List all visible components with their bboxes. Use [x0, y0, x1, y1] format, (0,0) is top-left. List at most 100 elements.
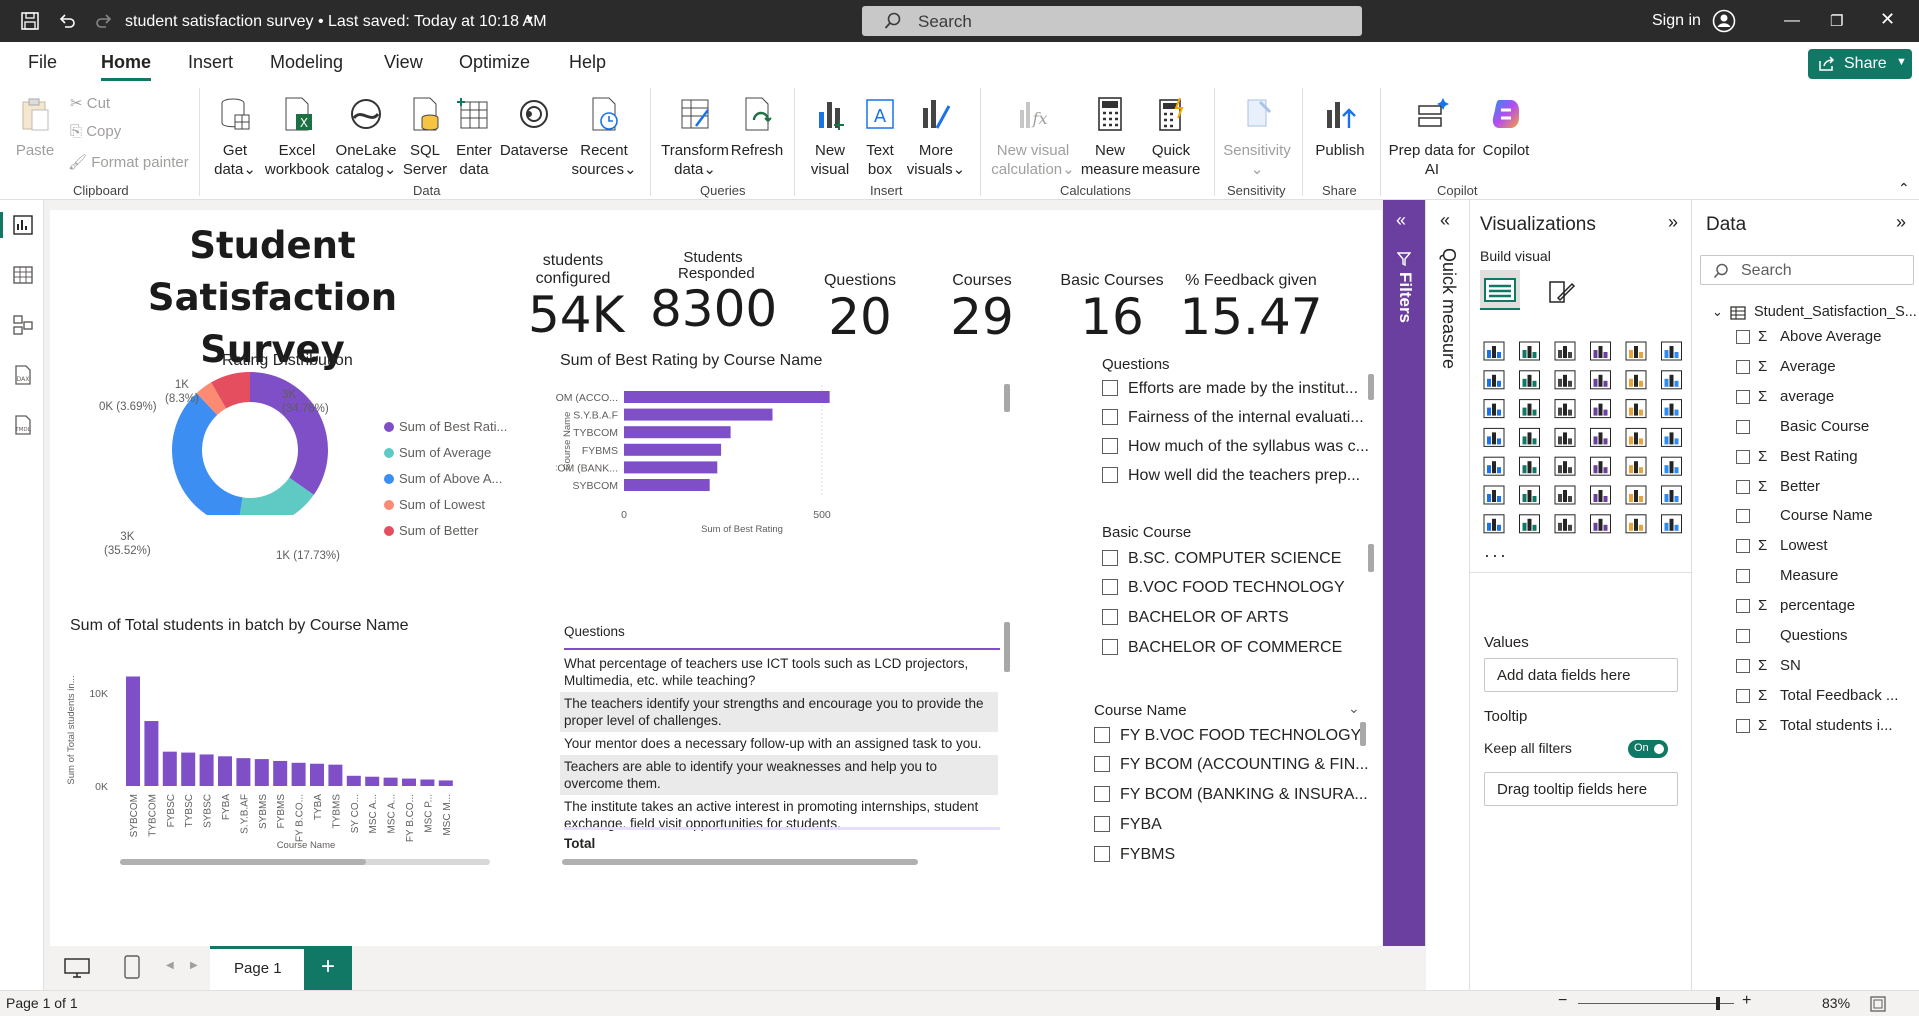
- slicer-item[interactable]: Efforts are made by the institut...: [1102, 380, 1358, 398]
- enter-data-button[interactable]: Enter data: [450, 96, 498, 179]
- donut-icon[interactable]: [1625, 399, 1647, 419]
- tab-home[interactable]: Home: [101, 52, 152, 81]
- map-icon[interactable]: [1483, 427, 1505, 447]
- vbar-bar[interactable]: [273, 760, 288, 786]
- checkbox[interactable]: [1102, 467, 1118, 483]
- fit-to-page-icon[interactable]: [1870, 996, 1886, 1012]
- sensitivity-button[interactable]: Sensitivity ⌄: [1222, 96, 1292, 179]
- vbar-bar[interactable]: [310, 763, 324, 786]
- checkbox[interactable]: [1736, 419, 1750, 434]
- refresh-button[interactable]: Refresh: [730, 96, 784, 160]
- vbar-bar[interactable]: [254, 759, 269, 786]
- table-row[interactable]: Your mentor does a necessary follow-up w…: [560, 732, 998, 755]
- clustered-column-icon[interactable]: [1590, 341, 1611, 361]
- checkbox[interactable]: [1094, 727, 1110, 743]
- visual-type-gallery[interactable]: [1482, 338, 1686, 548]
- quick-measure-button[interactable]: Quick measure: [1142, 96, 1200, 179]
- restore-icon[interactable]: ❐: [1830, 12, 1843, 30]
- table-row[interactable]: The teachers identify your strengths and…: [560, 692, 998, 732]
- shapes-icon[interactable]: [1625, 514, 1647, 534]
- tab-optimize[interactable]: Optimize: [459, 52, 530, 73]
- vbar-bar[interactable]: [236, 758, 251, 786]
- title-chevron-icon[interactable]: ▼: [524, 14, 535, 26]
- page-next-icon[interactable]: ▶: [190, 960, 198, 971]
- filled-map-icon[interactable]: [1519, 427, 1540, 447]
- slicer-item[interactable]: BACHELOR OF COMMERCE: [1102, 639, 1342, 657]
- excel-workbook-button[interactable]: X Excel workbook: [262, 96, 332, 179]
- checkbox[interactable]: [1736, 330, 1750, 344]
- questions-table-header[interactable]: Questions: [564, 624, 625, 639]
- vbar-scrollbar[interactable]: [120, 859, 366, 865]
- slicer-item[interactable]: B.VOC FOOD TECHNOLOGY: [1102, 579, 1345, 597]
- basic-course-slicer-scrollbar[interactable]: [1368, 544, 1374, 572]
- hbar-bar[interactable]: [624, 426, 731, 439]
- format-visual-icon[interactable]: [1546, 278, 1576, 306]
- page-tab-1[interactable]: Page 1: [210, 946, 304, 990]
- kpi-students-configured[interactable]: students configured 54K: [528, 252, 624, 342]
- zoom-in-icon[interactable]: +: [1742, 992, 1751, 1010]
- clustered-bar-icon[interactable]: [1554, 341, 1576, 361]
- power-apps-icon[interactable]: [1483, 514, 1505, 534]
- checkbox[interactable]: [1736, 479, 1750, 494]
- ribbon-icon[interactable]: [1590, 370, 1611, 390]
- checkbox[interactable]: [1736, 629, 1750, 643]
- vbar-bar[interactable]: [420, 779, 435, 786]
- gauge-icon[interactable]: [1590, 427, 1611, 447]
- checkbox[interactable]: [1102, 609, 1118, 625]
- model-view-icon[interactable]: [12, 314, 34, 336]
- treemap-icon[interactable]: [1661, 399, 1682, 419]
- line-clustered-icon[interactable]: [1661, 370, 1682, 390]
- stacked-area-icon[interactable]: [1554, 370, 1576, 390]
- questions-slicer-scrollbar[interactable]: [1368, 374, 1374, 400]
- hbar-scrollbar[interactable]: [1004, 384, 1010, 412]
- values-drop-well[interactable]: Add data fields here: [1484, 658, 1678, 692]
- collapse-ribbon-icon[interactable]: ⌃: [1898, 180, 1910, 197]
- slicer-item[interactable]: FY BCOM (ACCOUNTING & FIN...: [1094, 756, 1369, 774]
- table-h-scrollbar[interactable]: [562, 859, 918, 865]
- slicer-item[interactable]: How much of the syllabus was c...: [1102, 438, 1369, 456]
- quick-measure-pane-collapsed[interactable]: « Quick measure: [1425, 200, 1469, 990]
- prep-data-for-ai-button[interactable]: Prep data for AI: [1386, 96, 1478, 179]
- account-icon[interactable]: [1712, 9, 1736, 33]
- checkbox[interactable]: [1736, 359, 1750, 374]
- table-name[interactable]: Student_Satisfaction_S...: [1754, 304, 1917, 320]
- cut-button[interactable]: ✂ Cut: [70, 94, 110, 112]
- dataverse-button[interactable]: Dataverse: [498, 96, 570, 160]
- hbar-bar[interactable]: [624, 461, 718, 474]
- r-visual-icon[interactable]: [1625, 456, 1647, 476]
- vbar-bar[interactable]: [383, 777, 398, 786]
- course-name-slicer-scrollbar[interactable]: [1360, 722, 1366, 746]
- vbar-bar[interactable]: [365, 776, 380, 786]
- legend-better[interactable]: Sum of Better: [384, 523, 478, 538]
- checkbox[interactable]: [1736, 599, 1750, 614]
- narrative-icon[interactable]: [1590, 485, 1611, 505]
- vbar-bar[interactable]: [438, 780, 453, 786]
- slicer-item[interactable]: BACHELOR OF ARTS: [1102, 609, 1289, 627]
- vbar-bar[interactable]: [162, 751, 177, 786]
- recent-sources-button[interactable]: Recent sources⌄: [570, 96, 638, 179]
- copy-button[interactable]: ⎘ Copy: [70, 123, 121, 140]
- keep-filters-toggle[interactable]: On: [1628, 740, 1668, 758]
- 100-bar-icon[interactable]: [1625, 341, 1647, 361]
- slicer-icon[interactable]: [1519, 456, 1540, 476]
- mobile-layout-icon[interactable]: [124, 955, 140, 979]
- line-icon[interactable]: [1483, 370, 1505, 390]
- card-icon[interactable]: [1625, 427, 1647, 447]
- stacked-bar-icon[interactable]: [1483, 341, 1505, 361]
- 100-column-icon[interactable]: [1661, 341, 1682, 361]
- share-button[interactable]: Share ▼: [1808, 49, 1912, 79]
- slicer-item[interactable]: How well did the teachers prep...: [1102, 467, 1360, 485]
- funnel-icon[interactable]: [1519, 399, 1540, 419]
- expand-filters-icon[interactable]: «: [1396, 210, 1406, 231]
- more-visuals-button[interactable]: More visuals⌄: [904, 96, 968, 179]
- arrow-icon[interactable]: [1661, 514, 1682, 534]
- slicer-item[interactable]: FY B.VOC FOOD TECHNOLOGY: [1094, 727, 1361, 745]
- checkbox[interactable]: [1094, 786, 1110, 802]
- tab-view[interactable]: View: [384, 52, 423, 73]
- checkbox[interactable]: [1736, 718, 1750, 733]
- legend-average[interactable]: Sum of Average: [384, 445, 491, 460]
- checkbox[interactable]: [1736, 539, 1750, 554]
- desktop-layout-icon[interactable]: [64, 958, 90, 978]
- slicer-item[interactable]: Fairness of the internal evaluati...: [1102, 409, 1364, 427]
- copilot-button[interactable]: Copilot: [1478, 96, 1534, 160]
